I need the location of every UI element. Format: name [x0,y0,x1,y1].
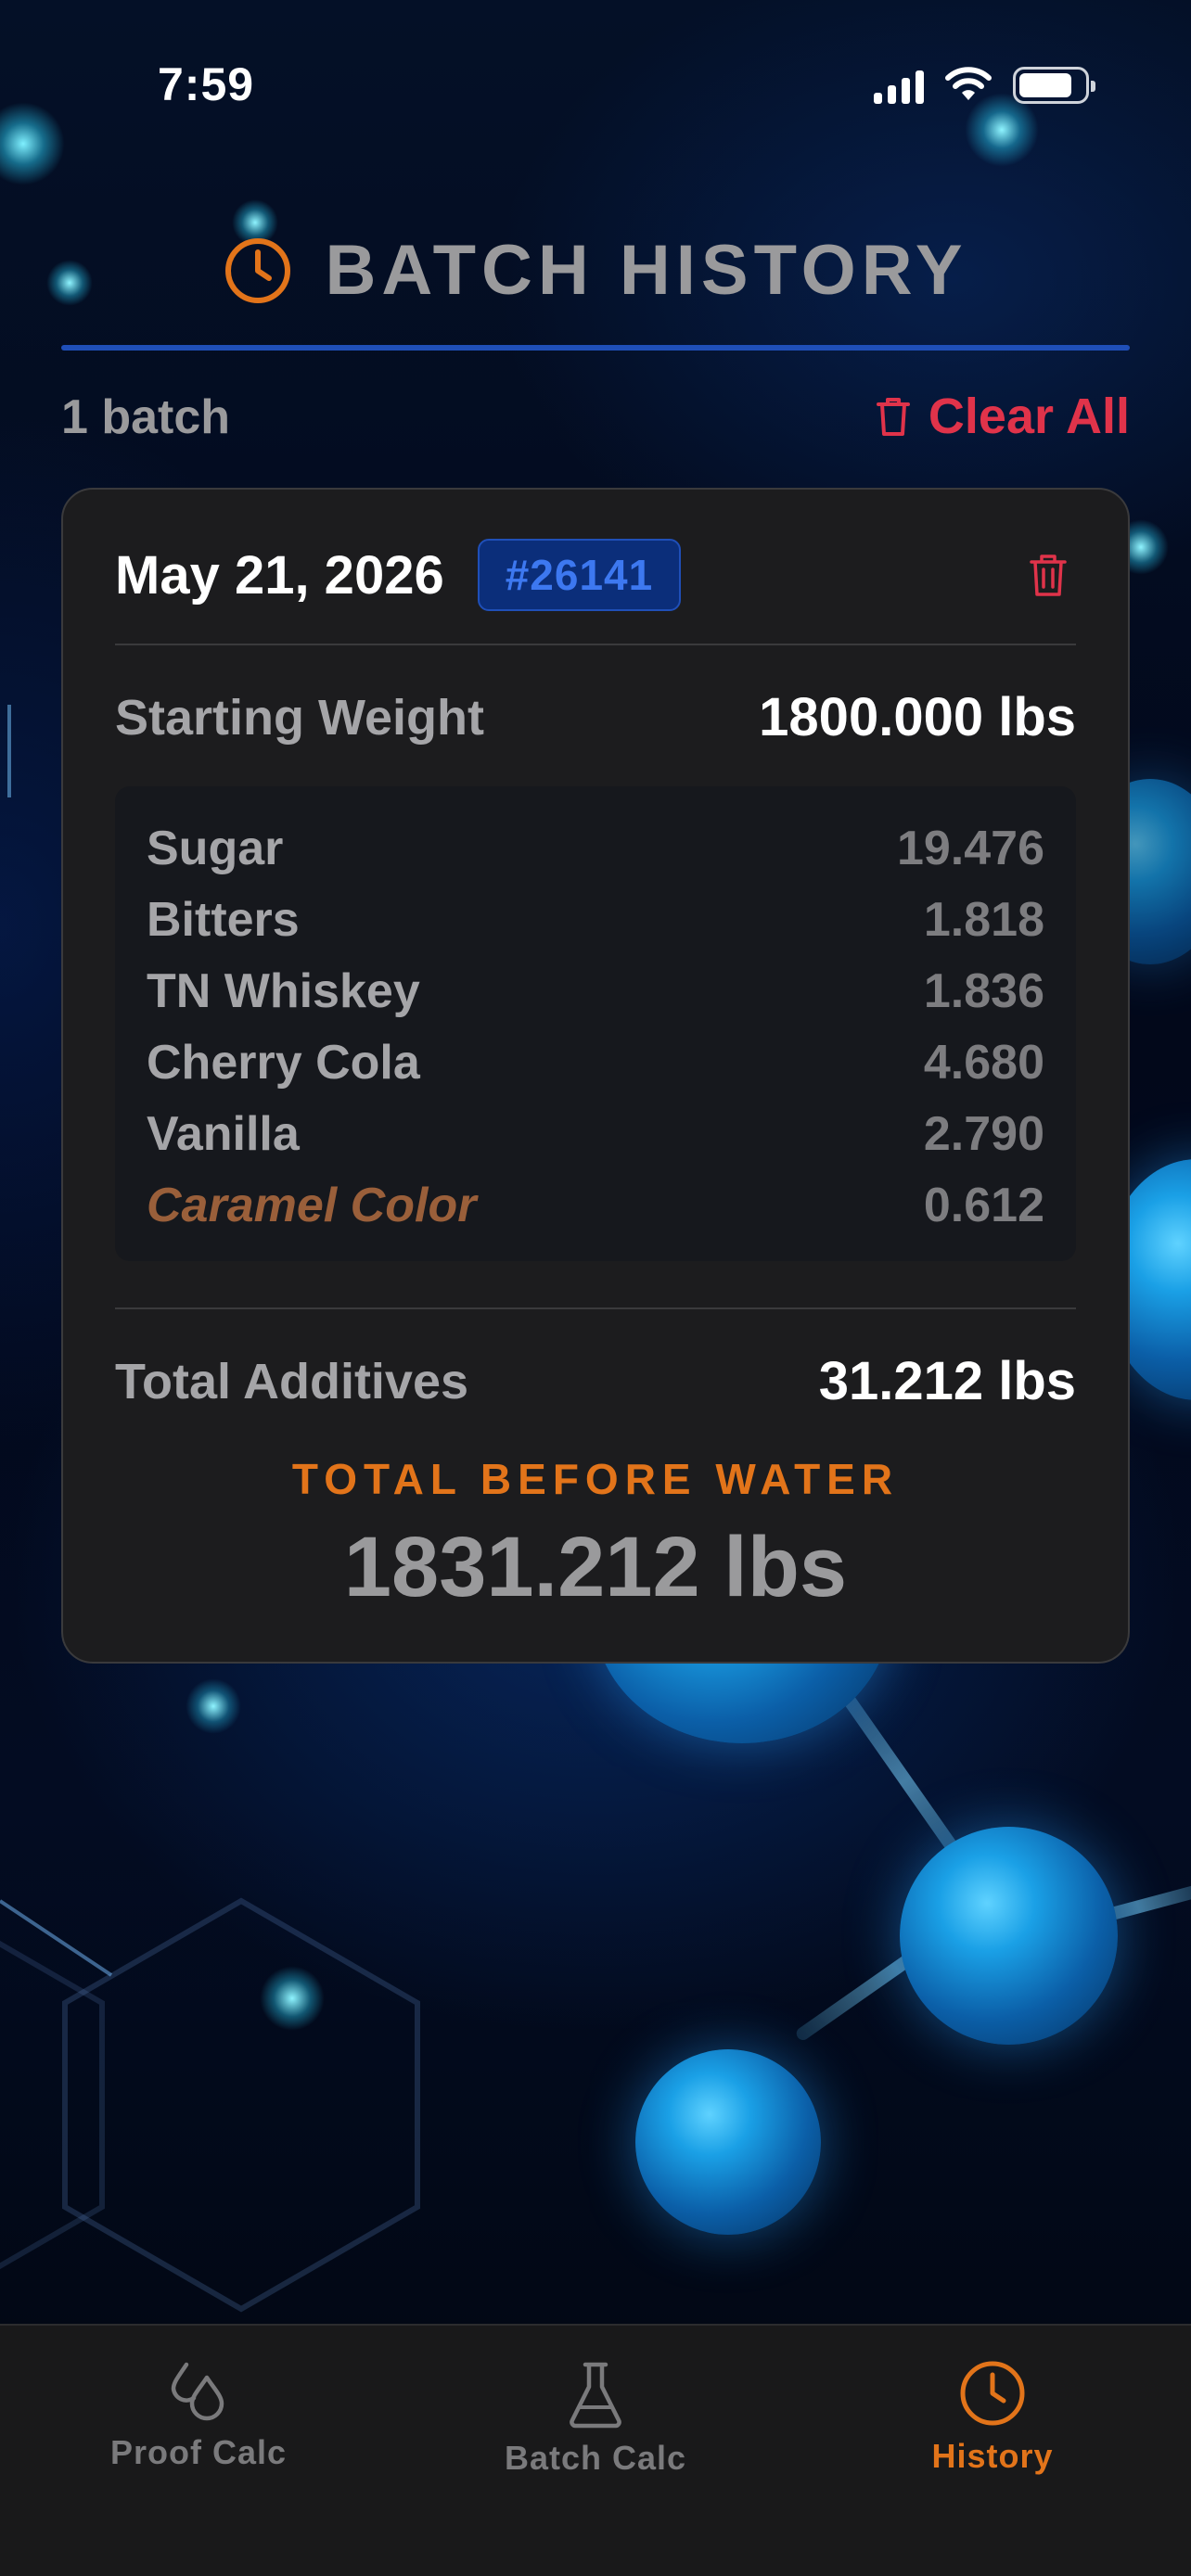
tab-label: Proof Calc [109,2433,288,2471]
divider [115,1307,1076,1309]
status-bar: 7:59 [0,0,1191,176]
flask-icon [570,2362,621,2429]
total-additives-value: 31.212 lbs [818,1351,1076,1411]
clock-icon [225,237,291,303]
tab-label: History [931,2437,1054,2475]
batch-count: 1 batch [61,390,231,444]
ingredient-amount: 1.818 [923,892,1044,947]
starting-weight-label: Starting Weight [115,689,484,746]
header-divider [61,345,1130,351]
total-additives-label: Total Additives [115,1353,469,1409]
status-icons [874,67,1095,104]
divider [115,644,1076,645]
ingredient-amount: 4.680 [923,1035,1044,1090]
wifi-icon [945,67,992,100]
batch-date: May 21, 2026 [115,544,444,606]
ingredient-name: Caramel Color [147,1178,477,1232]
list-item: Bitters 1.818 [147,884,1044,955]
list-item: TN Whiskey 1.836 [147,955,1044,1027]
trash-icon [1030,555,1067,596]
clock-icon [960,2361,1025,2426]
starting-weight-row: Starting Weight 1800.000 lbs [115,686,1076,748]
list-item: Cherry Cola 4.680 [147,1027,1044,1098]
list-item: Vanilla 2.790 [147,1098,1044,1169]
list-item: Caramel Color 0.612 [147,1169,1044,1241]
list-item: Sugar 19.476 [147,812,1044,884]
ingredient-amount: 19.476 [896,821,1044,875]
delete-batch-button[interactable] [1020,547,1076,603]
batch-id-badge: #26141 [477,539,682,611]
ingredient-name: Cherry Cola [147,1035,420,1090]
ingredient-amount: 0.612 [923,1178,1044,1232]
tab-bar: Proof Calc Batch Calc History [0,2324,1191,2576]
ingredient-amount: 2.790 [923,1106,1044,1161]
total-additives-row: Total Additives 31.212 lbs [115,1350,1076,1412]
drops-icon [171,2362,224,2421]
clear-all-button[interactable]: Clear All [875,388,1130,445]
tab-proof-calc[interactable]: Proof Calc [0,2326,397,2576]
ingredients-list: Sugar 19.476 Bitters 1.818 TN Whiskey 1.… [115,786,1076,1261]
ingredient-name: Vanilla [147,1106,300,1161]
tab-batch-calc[interactable]: Batch Calc [397,2326,794,2576]
tab-history[interactable]: History [794,2326,1191,2576]
batch-card-header: May 21, 2026 #26141 [115,538,1076,612]
ingredient-name: Sugar [147,821,284,875]
cellular-signal-icon [874,67,924,104]
clear-all-label: Clear All [928,389,1130,444]
trash-icon [876,398,910,436]
page-header: BATCH HISTORY [0,230,1191,311]
total-before-water-label: TOTAL BEFORE WATER [291,1455,900,1503]
tab-label: Batch Calc [504,2439,687,2477]
batch-card: May 21, 2026 #26141 Starting Weight 1800… [61,488,1130,1664]
status-time: 7:59 [158,58,255,110]
ingredient-name: TN Whiskey [147,963,420,1018]
page-title: BATCH HISTORY [325,231,968,310]
total-before-water-value: 1831.212 lbs [343,1520,848,1614]
ingredient-name: Bitters [147,892,300,947]
starting-weight-value: 1800.000 lbs [759,687,1076,747]
battery-icon [1013,67,1095,104]
ingredient-amount: 1.836 [923,963,1044,1018]
